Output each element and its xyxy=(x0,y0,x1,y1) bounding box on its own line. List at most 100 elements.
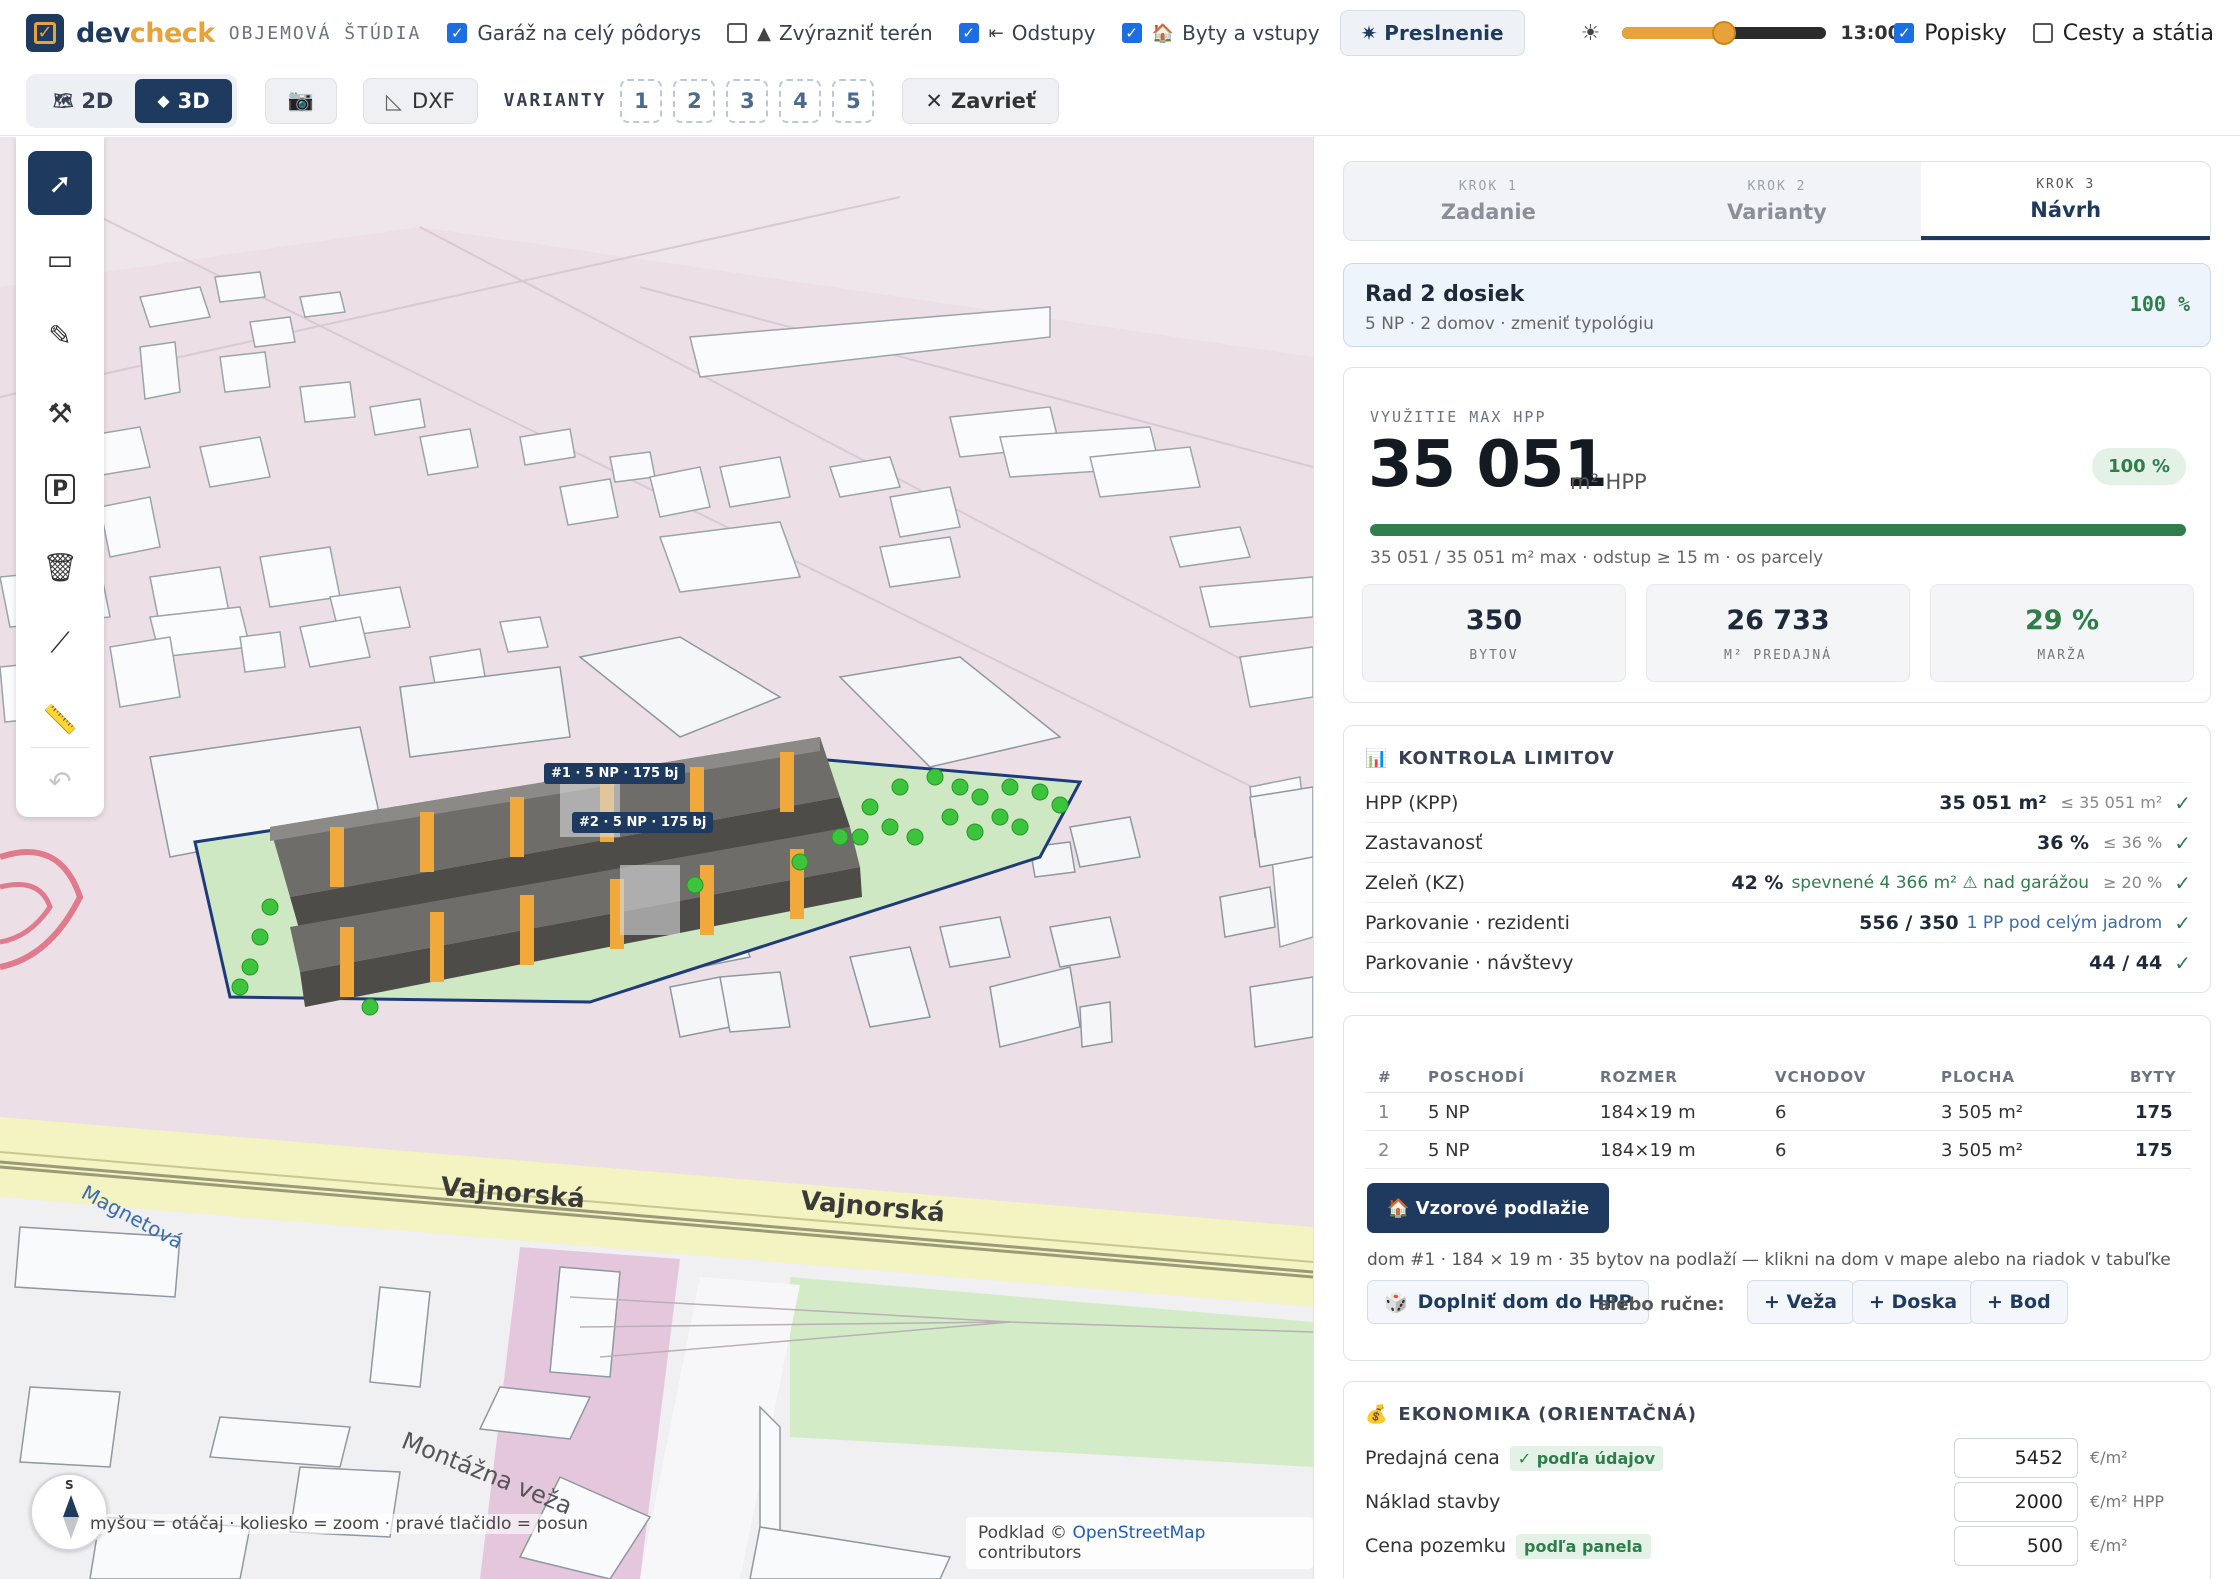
logo-icon: ✓ xyxy=(26,14,64,52)
time-slider-fill xyxy=(1622,27,1725,39)
typology-title: Rad 2 dosiek xyxy=(1365,282,1525,307)
draw-tool-button[interactable]: ✎ xyxy=(28,303,92,367)
table-hint: dom #1 · 184 × 19 m · 35 bytov na podlaž… xyxy=(1367,1250,2171,1270)
col-header-floors: POSCHODÍ xyxy=(1428,1068,1525,1086)
check-icon: ✓ xyxy=(2174,870,2191,895)
toggle-roads[interactable]: Cesty a státia xyxy=(2032,21,2214,46)
step-2-tab[interactable]: KROK 2 Varianty xyxy=(1633,162,1922,240)
dxf-export-button[interactable]: ◺ DXF xyxy=(362,77,478,124)
kpi-margin: 29 % MARŽA xyxy=(1930,584,2194,682)
limit-row-hpp: HPP (KPP) 35 051 m² ≤ 35 051 m² ✓ xyxy=(1365,782,2191,822)
land-price-unit: €/m² xyxy=(2090,1536,2128,1555)
measure-tool-button[interactable]: 📏 xyxy=(28,687,92,751)
col-header-index: # xyxy=(1378,1068,1392,1086)
line-tool-button[interactable]: ⟋ xyxy=(28,611,92,675)
map-view-3d[interactable]: Vajnorská Vajnorská Magnetová Montážna v… xyxy=(0,137,1313,1579)
hammer-icon: ⚒ xyxy=(47,396,73,430)
undo-button[interactable]: ↶ xyxy=(28,749,92,813)
economy-card: 💰 EKONOMIKA (ORIENTAČNÁ) Predajná cena ✓ … xyxy=(1343,1381,2211,1579)
hammer-tool-button[interactable]: ⚒ xyxy=(28,381,92,445)
checkbox-apartments[interactable]: ✓ xyxy=(1121,23,1142,43)
checkbox-garage[interactable]: ✓ xyxy=(447,23,468,43)
or-manually-label: alebo ručne: xyxy=(1598,1294,1725,1315)
floor-plan-button[interactable]: 🏠 Vzorové podlažie xyxy=(1367,1183,1610,1233)
toggle-garage[interactable]: ✓ Garáž na celý pôdorys xyxy=(447,21,701,45)
sale-price-unit: €/m² xyxy=(2090,1448,2128,1467)
dice-icon: 🎲 xyxy=(1384,1291,1408,1314)
toggle-apartments[interactable]: ✓ 🏠 Byty a vstupy xyxy=(1121,21,1320,45)
step-1-tab[interactable]: KROK 1 Zadanie xyxy=(1344,162,1633,240)
variant-3-button[interactable]: 3 xyxy=(726,78,769,123)
delete-tool-button[interactable]: 🗑 xyxy=(28,535,92,599)
build-cost-input[interactable]: 2000 xyxy=(1954,1482,2078,1522)
building-label-1[interactable]: #1 · 5 NP · 175 bj xyxy=(544,763,686,784)
typology-percent: 100 % xyxy=(2129,292,2190,316)
close-icon: ✕ xyxy=(925,88,943,113)
table-divider xyxy=(1365,1168,2191,1169)
cube-icon: ◆ xyxy=(157,91,170,110)
view-3d-button[interactable]: ◆ 3D xyxy=(135,78,232,123)
step-3-tab[interactable]: KROK 3 Návrh xyxy=(1921,162,2211,240)
economy-heading: 💰 EKONOMIKA (ORIENTAČNÁ) xyxy=(1365,1404,1697,1425)
screenshot-button[interactable]: 📷 xyxy=(264,77,337,124)
check-icon: ✓ xyxy=(2174,950,2191,975)
house-icon: 🏠 xyxy=(1151,22,1175,44)
col-header-units: BYTY xyxy=(2130,1068,2177,1086)
toggle-setbacks[interactable]: ✓ ⇤ Odstupy xyxy=(958,21,1096,45)
limit-row-greenery: Zeleň (KZ) 42 % spevnené 4 366 m² ⚠ nad … xyxy=(1365,862,2191,902)
table-divider xyxy=(1365,1130,2191,1131)
hpp-badge: 100 % xyxy=(2092,448,2186,485)
time-slider[interactable] xyxy=(1622,21,1827,45)
checkbox-setbacks[interactable]: ✓ xyxy=(958,23,979,43)
view-2d-button[interactable]: 🗺 2D xyxy=(31,79,135,123)
map-canvas[interactable]: Vajnorská Vajnorská Magnetová Montážna v… xyxy=(0,137,1313,1579)
checkbox-terrain[interactable] xyxy=(727,23,748,43)
land-price-input[interactable]: 500 xyxy=(1954,1526,2078,1566)
time-slider-handle[interactable] xyxy=(1712,21,1737,45)
limits-card: 📊 KONTROLA LIMITOV HPP (KPP) 35 051 m² ≤ … xyxy=(1343,725,2211,993)
window-tool-button[interactable]: ▭ xyxy=(28,227,92,291)
col-header-size: ROZMER xyxy=(1600,1068,1678,1086)
hpp-progress-bar xyxy=(1370,524,2186,536)
brand: devcheck xyxy=(76,17,215,49)
kpi-sellable: 26 733 M² PREDAJNÁ xyxy=(1646,584,1910,682)
pencil-icon: ✎ xyxy=(48,318,72,352)
add-tower-button[interactable]: + Veža xyxy=(1747,1280,1854,1324)
map-controls-hint: myšou = otáčaj · koliesko = zoom · pravé… xyxy=(90,1514,589,1534)
variant-4-button[interactable]: 4 xyxy=(779,78,822,123)
check-icon: ✓ xyxy=(2174,910,2191,935)
app-subtitle: OBJEMOVÁ ŠTÚDIA xyxy=(228,22,422,44)
view-mode-switch: 🗺 2D ◆ 3D xyxy=(26,73,237,128)
add-point-button[interactable]: + Bod xyxy=(1970,1280,2068,1324)
osm-link[interactable]: OpenStreetMap xyxy=(1072,1523,1205,1543)
wizard-steps: KROK 1 Zadanie KROK 2 Varianty KROK 3 Ná… xyxy=(1343,161,2211,241)
typology-card[interactable]: Rad 2 dosiek 5 NP · 2 domov · zmeniť typ… xyxy=(1343,263,2211,347)
check-icon: ✓ xyxy=(2174,830,2191,855)
variant-2-button[interactable]: 2 xyxy=(673,78,716,123)
line-icon: ⟋ xyxy=(50,626,70,659)
variant-1-button[interactable]: 1 xyxy=(620,78,663,123)
terrain-icon: ▲ xyxy=(757,22,771,44)
add-slab-button[interactable]: + Doska xyxy=(1852,1280,1975,1324)
close-button[interactable]: ✕ Zavrieť xyxy=(902,77,1059,124)
check-icon: ✓ xyxy=(2174,790,2191,815)
drawing-toolbar: ➚ ▭ ✎ ⚒ P 🗑 ⟋ 📏 ↶ xyxy=(16,137,104,817)
insolation-button[interactable]: ✷ Preslnenie xyxy=(1339,10,1525,56)
variant-5-button[interactable]: 5 xyxy=(832,78,875,123)
side-panel: KROK 1 Zadanie KROK 2 Varianty KROK 3 Ná… xyxy=(1313,137,2240,1579)
select-tool-button[interactable]: ➚ xyxy=(28,151,92,215)
chart-icon: 📊 xyxy=(1365,748,1389,769)
sale-price-input[interactable]: 5452 xyxy=(1954,1438,2078,1478)
checkbox-labels[interactable]: ✓ xyxy=(1894,23,1915,43)
parking-tool-button[interactable]: P xyxy=(28,457,92,521)
building-label-2[interactable]: #2 · 5 NP · 175 bj xyxy=(572,812,714,833)
toggle-terrain[interactable]: ▲ Zvýrazniť terén xyxy=(727,21,933,45)
typology-subtitle[interactable]: 5 NP · 2 domov · zmeniť typológiu xyxy=(1365,314,1654,334)
ruler-icon: 📏 xyxy=(42,702,78,736)
compass[interactable]: S xyxy=(30,1473,108,1551)
toggle-labels[interactable]: ✓ Popisky xyxy=(1894,21,2007,46)
hpp-caption: 35 051 / 35 051 m² max · odstup ≥ 15 m ·… xyxy=(1370,548,1824,568)
limit-row-built-up: Zastavanosť 36 % ≤ 36 % ✓ xyxy=(1365,822,2191,862)
table-divider xyxy=(1365,1092,2191,1093)
checkbox-roads[interactable] xyxy=(2032,23,2053,43)
